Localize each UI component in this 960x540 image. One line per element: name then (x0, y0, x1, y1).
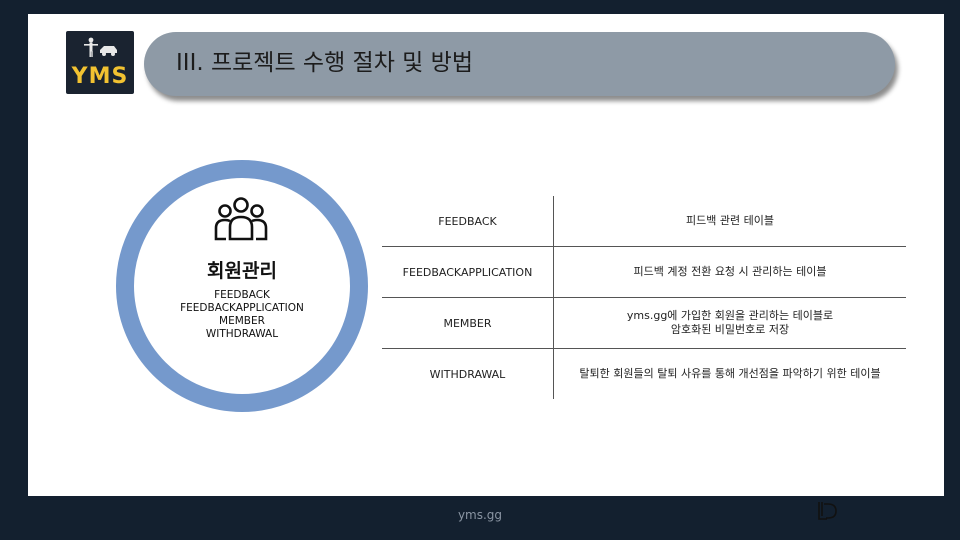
table-name-cell: FEEDBACK (382, 196, 554, 246)
title-bar: III. 프로젝트 수행 절차 및 방법 (144, 32, 895, 96)
table-row: WITHDRAWAL 탈퇴한 회원들의 탈퇴 사유를 통해 개선점을 파악하기 … (382, 348, 906, 399)
table-desc-cell: 피드백 관련 테이블 (686, 214, 774, 227)
logo-text: YMS (71, 64, 129, 89)
table-desc-cell: yms.gg에 가입한 회원을 관리하는 테이블로 암호화된 비밀번호로 저장 (626, 309, 834, 336)
ring-title: 회원관리 (207, 260, 277, 282)
table-desc-cell: 탈퇴한 회원들의 탈퇴 사유를 통해 개선점을 파악하기 위한 테이블 (579, 367, 881, 380)
table-desc-cell: 피드백 계정 전환 요청 시 관리하는 테이블 (633, 265, 827, 278)
table-name-cell: WITHDRAWAL (382, 349, 554, 399)
people-group-icon (214, 197, 268, 241)
table-row: FEEDBACK 피드백 관련 테이블 (382, 196, 906, 246)
ring-list-item: WITHDRAWAL (205, 328, 279, 340)
ring-list-item: MEMBER (219, 315, 265, 327)
table-name-cell: FEEDBACKAPPLICATION (382, 247, 554, 297)
ring-list-item: FEEDBACKAPPLICATION (180, 302, 304, 314)
yms-logo: YMS (66, 31, 134, 94)
ld-monogram-icon (818, 502, 837, 520)
ring-list-item: FEEDBACK (214, 289, 270, 301)
page-title: III. 프로젝트 수행 절차 및 방법 (176, 50, 473, 76)
table-name-cell: MEMBER (382, 298, 554, 348)
figure-logo-icon (84, 37, 117, 57)
ring-table-list: FEEDBACK FEEDBACKAPPLICATION MEMBER WITH… (157, 289, 327, 341)
table-row: FEEDBACKAPPLICATION 피드백 계정 전환 요청 시 관리하는 … (382, 246, 906, 297)
table-description-list: FEEDBACK 피드백 관련 테이블 FEEDBACKAPPLICATION … (382, 196, 906, 399)
table-row: MEMBER yms.gg에 가입한 회원을 관리하는 테이블로 암호화된 비밀… (382, 297, 906, 348)
